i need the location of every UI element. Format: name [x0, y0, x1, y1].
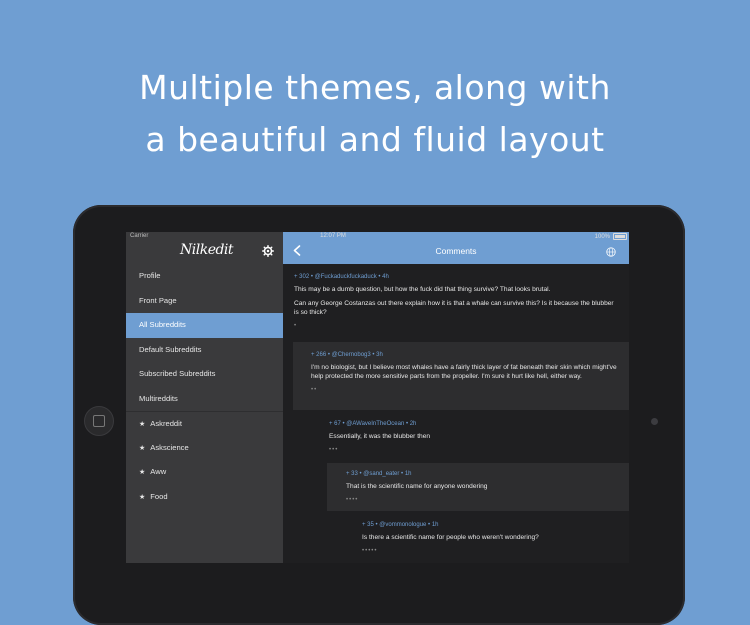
sidebar-item-profile[interactable]: Profile [126, 264, 283, 289]
depth-indicator: •• [311, 387, 318, 393]
app-logo: Nilkedit [180, 242, 234, 258]
sidebar-header: Nilkedit [126, 240, 283, 267]
camera-dot [651, 418, 658, 425]
star-icon: ★ [139, 444, 146, 452]
sidebar-item-aww[interactable]: ★ Aww [126, 460, 283, 485]
comment-body: This may be a dumb question, but how the… [294, 286, 551, 293]
battery-icon [613, 233, 627, 240]
navigation-bar: 12:07 PM 100% Comments [283, 232, 629, 264]
home-button-icon [93, 415, 105, 427]
headline-line-1: Multiple themes, along with [139, 68, 611, 107]
sidebar-item-label: Default Subreddits [139, 344, 202, 354]
comment-meta[interactable]: + 67 • @AWaveInTheOcean • 2h [329, 420, 617, 429]
sidebar-item-label: Front Page [139, 295, 177, 305]
sidebar-item-askscience[interactable]: ★ Askscience [126, 436, 283, 461]
comment[interactable]: + 33 • @sand_eater • 1h That is the scie… [327, 463, 629, 511]
comment-body: I'm no biologist, but I believe most wha… [311, 364, 617, 380]
sidebar-item-label: Food [150, 491, 168, 501]
comment-meta[interactable]: + 266 • @Chernobog3 • 3h [311, 351, 617, 360]
sidebar-item-multireddits[interactable]: Multireddits [126, 387, 283, 412]
sidebar-item-food[interactable]: ★ Food [126, 485, 283, 510]
sidebar-list: Profile Front Page All Subreddits Defaul… [126, 264, 283, 509]
gear-icon[interactable] [262, 245, 274, 257]
globe-icon[interactable] [606, 247, 616, 257]
star-icon: ★ [139, 421, 146, 428]
comment-meta[interactable]: + 33 • @sand_eater • 1h [346, 470, 617, 479]
sidebar-item-subscribed-subreddits[interactable]: Subscribed Subreddits [126, 362, 283, 387]
comment-meta[interactable]: + 35 • @vommonologue • 1h [362, 521, 617, 530]
sidebar-item-default-subreddits[interactable]: Default Subreddits [126, 338, 283, 363]
comments-pane: 12:07 PM 100% Comments + 302 • @Fuckaduc… [283, 232, 629, 563]
sidebar-item-label: Aww [150, 467, 167, 476]
page-title: Comments [435, 246, 477, 256]
status-time: 12:07 PM [320, 233, 346, 239]
marketing-headline: Multiple themes, along with a beautiful … [0, 62, 750, 166]
sidebar-item-label: All Subreddits [139, 320, 186, 329]
comment[interactable]: + 302 • @Fuckaduckfuckaduck • 4h This ma… [283, 264, 629, 342]
comment-body: That is the scientific name for anyone w… [346, 483, 488, 490]
sidebar-item-askreddit[interactable]: ★ Askreddit [126, 411, 283, 436]
comment[interactable]: + 266 • @Chernobog3 • 3h I'm no biologis… [293, 342, 629, 410]
app-screen: Carrier Nilkedit Profile Front Page All … [126, 232, 629, 563]
sidebar-item-label: Profile [139, 271, 161, 280]
comment-meta[interactable]: + 302 • @Fuckaduckfuckaduck • 4h [294, 273, 617, 282]
depth-indicator: ••• [329, 447, 339, 453]
comment[interactable]: + 67 • @AWaveInTheOcean • 2h Essentially… [310, 413, 629, 461]
sidebar-item-label: Askscience [150, 442, 189, 452]
status-battery-text: 100% [594, 233, 610, 240]
status-battery-group: 100% [595, 233, 627, 240]
sidebar-item-all-subreddits[interactable]: All Subreddits [126, 313, 283, 338]
depth-indicator: •••• [346, 497, 359, 503]
star-icon: ★ [139, 493, 146, 501]
comment-body: Essentially, it was the blubber then [329, 433, 431, 440]
sidebar-item-front-page[interactable]: Front Page [126, 289, 283, 314]
status-carrier: Carrier [130, 233, 149, 239]
sidebar-item-label: Multireddits [139, 393, 178, 403]
star-icon: ★ [139, 469, 146, 476]
comment-body: Is there a scientific name for people wh… [362, 534, 539, 541]
depth-indicator: ••••• [362, 548, 378, 554]
sidebar-item-label: Subscribed Subreddits [139, 369, 216, 378]
sidebar-item-label: Askreddit [150, 419, 182, 428]
comment[interactable]: + 35 • @vommonologue • 1h Is there a sci… [344, 514, 629, 563]
home-button[interactable] [84, 406, 114, 436]
headline-line-2: a beautiful and fluid layout [145, 120, 605, 159]
comment-body: Can any George Costanzas out there expla… [294, 300, 614, 316]
sidebar: Carrier Nilkedit Profile Front Page All … [126, 232, 283, 563]
depth-indicator: • [294, 323, 298, 329]
